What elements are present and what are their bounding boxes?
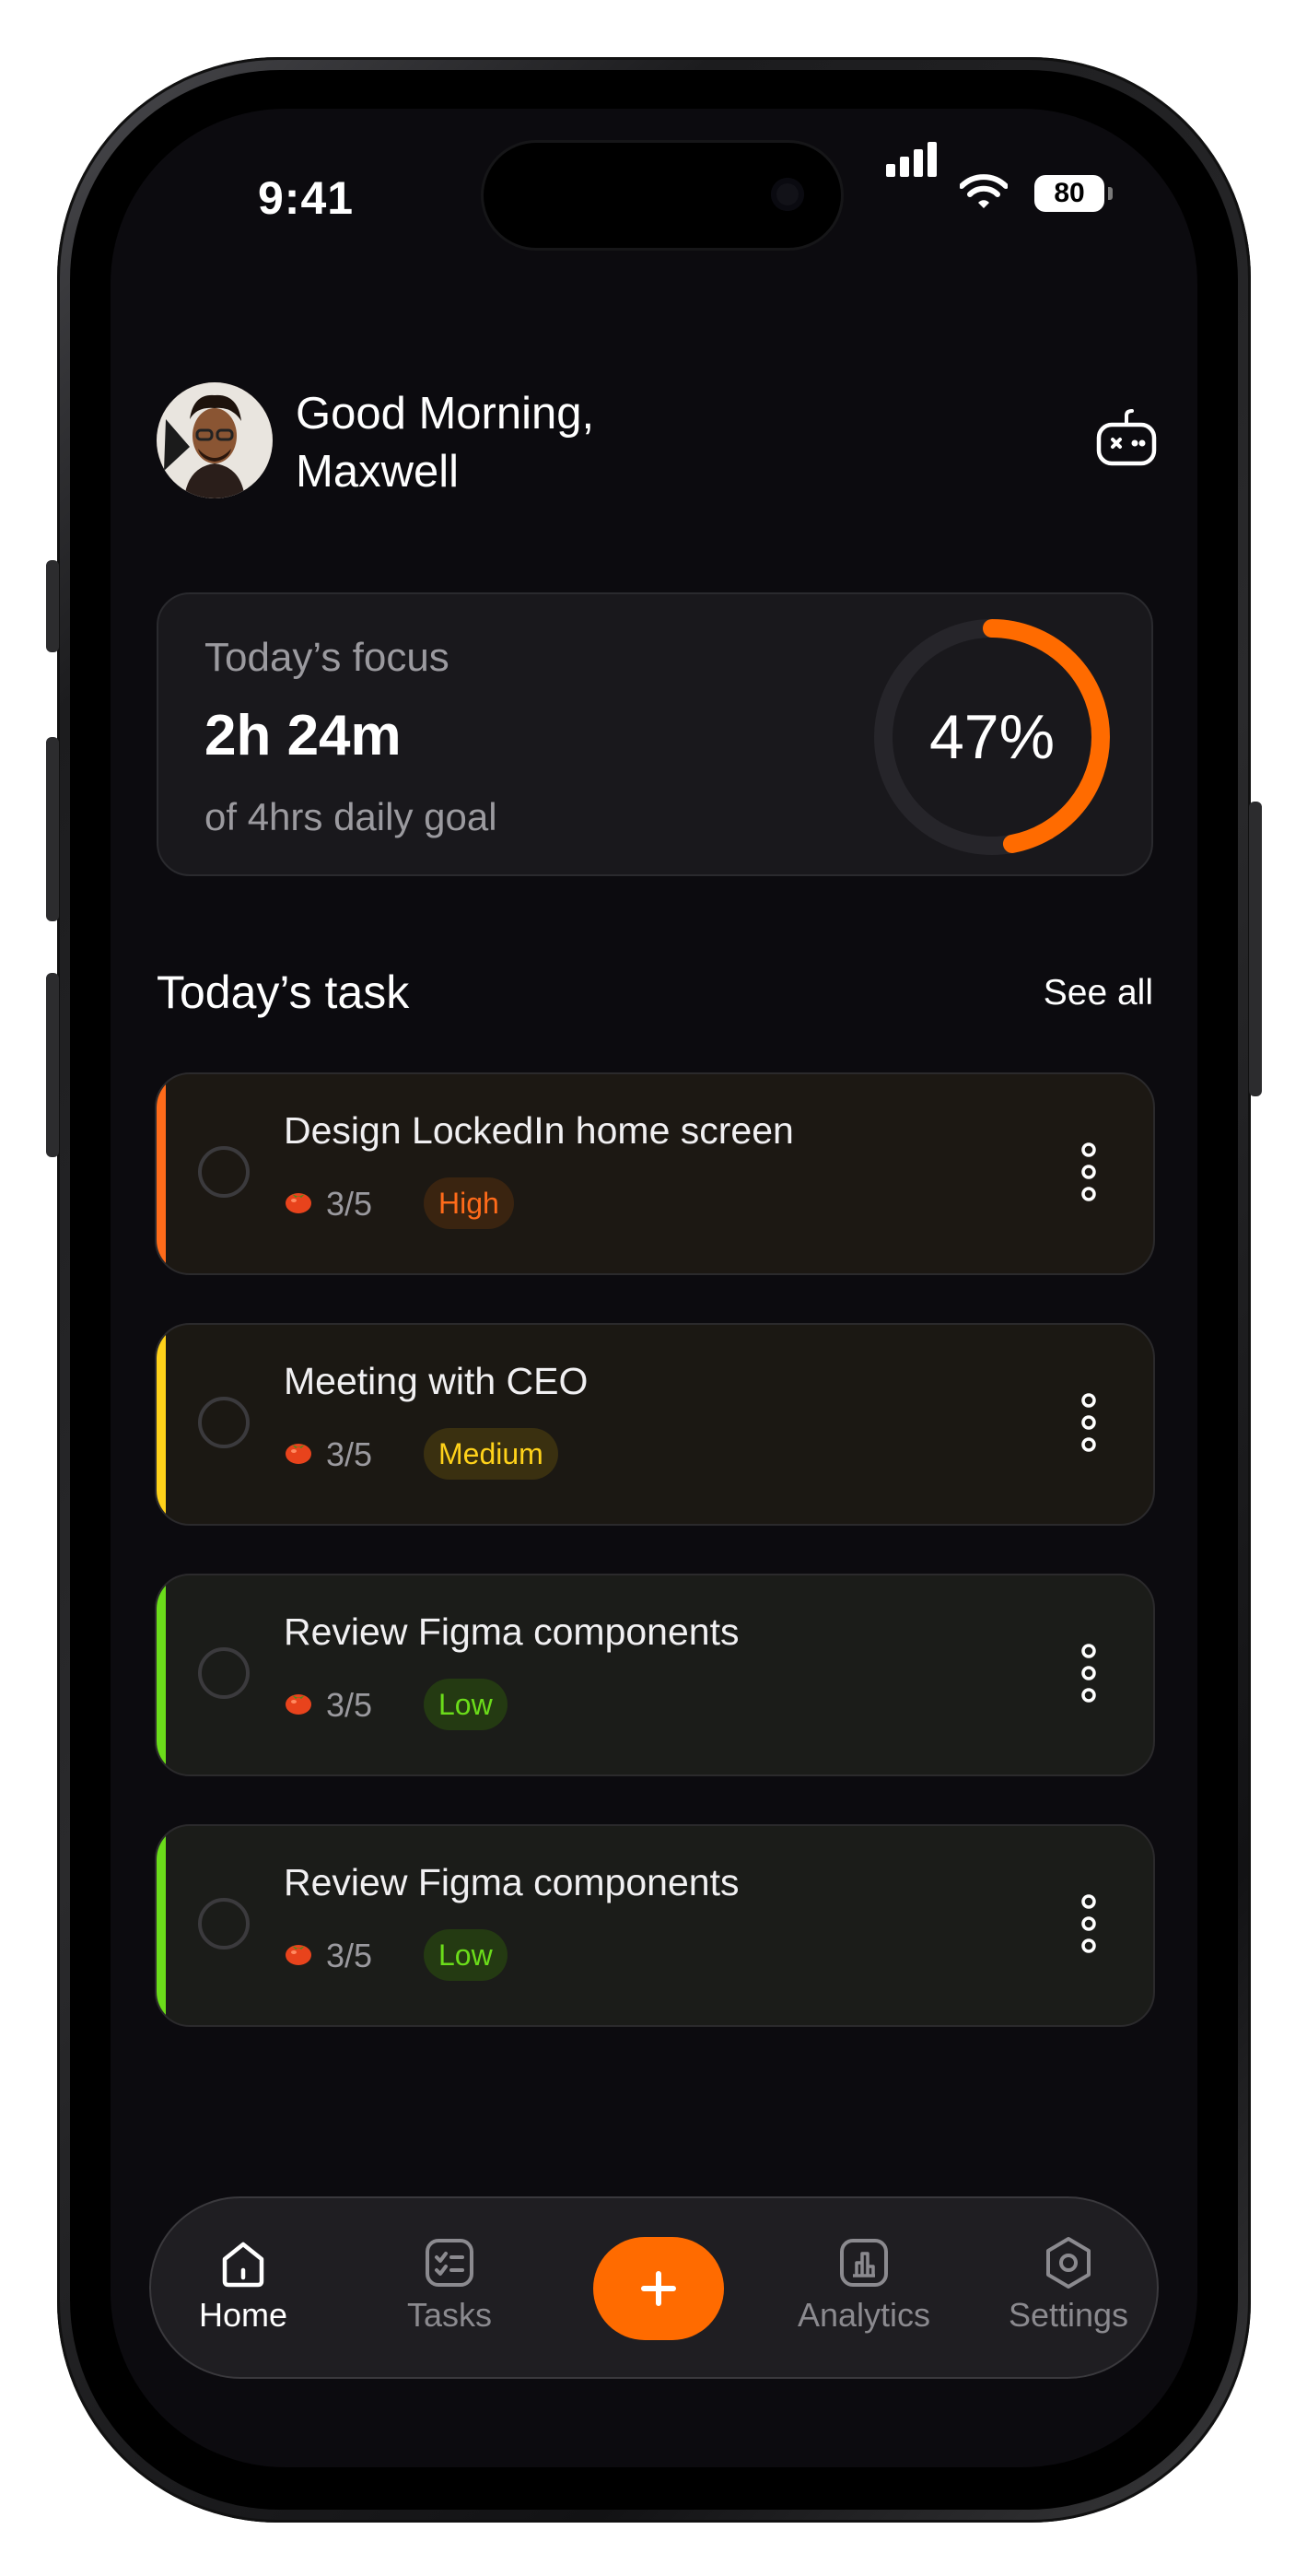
tomato-icon: [286, 1193, 311, 1213]
volume-down-button: [46, 973, 59, 1157]
action-button: [46, 560, 59, 652]
settings-icon: [1046, 2237, 1091, 2289]
wifi-icon: [960, 174, 1008, 208]
priority-bar: [157, 1074, 166, 1273]
more-vertical-icon[interactable]: [1079, 1642, 1098, 1704]
nav-home-label: Home: [198, 2296, 288, 2334]
tomato-icon: [286, 1945, 311, 1965]
task-card[interactable]: Design LockedIn home screen 3/5 High: [155, 1072, 1155, 1275]
task-title: Review Figma components: [284, 1610, 740, 1653]
task-card[interactable]: Review Figma components 3/5 Low: [155, 1574, 1155, 1776]
nav-analytics-label: Analytics: [797, 2296, 931, 2334]
nav-home[interactable]: Home: [151, 2235, 335, 2335]
nav-tasks-label: Tasks: [406, 2296, 493, 2334]
tasks-section-title: Today’s task: [157, 966, 410, 1018]
task-checkbox[interactable]: [198, 1647, 250, 1699]
user-name: Maxwell: [296, 447, 459, 497]
task-title: Review Figma components: [284, 1861, 740, 1903]
focus-time: 2h 24m: [204, 704, 402, 767]
greeting-line1: Good Morning,: [296, 389, 595, 439]
task-card[interactable]: Review Figma components 3/5 Low: [155, 1824, 1155, 2027]
power-button: [1249, 802, 1262, 1096]
pomodoro-count: 3/5: [326, 1435, 373, 1473]
home-icon: [222, 2242, 264, 2288]
priority-badge: High: [424, 1177, 514, 1229]
more-vertical-icon[interactable]: [1079, 1141, 1098, 1203]
dynamic-island: [481, 140, 844, 251]
priority-badge: Medium: [424, 1428, 558, 1480]
tomato-icon: [286, 1694, 311, 1715]
status-bar: 9:41 80: [111, 109, 1197, 293]
task-checkbox[interactable]: [198, 1146, 250, 1198]
priority-bar: [157, 1325, 166, 1524]
focus-label: Today’s focus: [204, 635, 449, 680]
pomodoro-count: 3/5: [326, 1686, 373, 1724]
focus-goal: of 4hrs daily goal: [204, 795, 497, 838]
priority-bar: [157, 1826, 166, 2025]
tasks-icon: [426, 2239, 473, 2287]
pomodoro-count: 3/5: [326, 1937, 373, 1974]
plus-icon: [641, 2271, 676, 2306]
avatar[interactable]: [157, 382, 273, 498]
focus-card[interactable]: Today’s focus 2h 24m of 4hrs daily goal …: [157, 592, 1153, 876]
add-task-button[interactable]: [593, 2237, 724, 2340]
bottom-nav: Home Tasks Analytics Settings: [149, 2196, 1159, 2379]
greeting: Good Morning, Maxwell: [296, 385, 594, 501]
camera-lens: [771, 178, 804, 211]
task-title: Meeting with CEO: [284, 1360, 589, 1402]
battery-icon: 80: [1034, 175, 1113, 212]
tomato-icon: [286, 1444, 311, 1464]
nav-settings[interactable]: Settings: [976, 2235, 1161, 2335]
app-screen: 9:41 80 Good Morning, Maxwell Today’s fo…: [111, 109, 1197, 2467]
nav-tasks[interactable]: Tasks: [357, 2235, 542, 2335]
task-checkbox[interactable]: [198, 1397, 250, 1448]
task-card[interactable]: Meeting with CEO 3/5 Medium: [155, 1323, 1155, 1526]
nav-settings-label: Settings: [1008, 2296, 1129, 2334]
volume-up-button: [46, 737, 59, 921]
see-all-link[interactable]: See all: [1044, 973, 1153, 1013]
priority-badge: Low: [424, 1929, 508, 1981]
more-vertical-icon[interactable]: [1079, 1892, 1098, 1955]
avatar-portrait: [157, 382, 273, 498]
priority-badge: Low: [424, 1679, 508, 1730]
task-checkbox[interactable]: [198, 1898, 250, 1950]
more-vertical-icon[interactable]: [1079, 1391, 1098, 1454]
focus-percent: 47%: [928, 702, 1056, 772]
pomodoro-count: 3/5: [326, 1185, 373, 1223]
task-title: Design LockedIn home screen: [284, 1109, 794, 1152]
analytics-icon: [840, 2239, 888, 2287]
nav-analytics[interactable]: Analytics: [772, 2235, 956, 2335]
gamepad-icon[interactable]: [1095, 408, 1158, 471]
status-time: 9:41: [258, 172, 355, 224]
priority-bar: [157, 1575, 166, 1774]
